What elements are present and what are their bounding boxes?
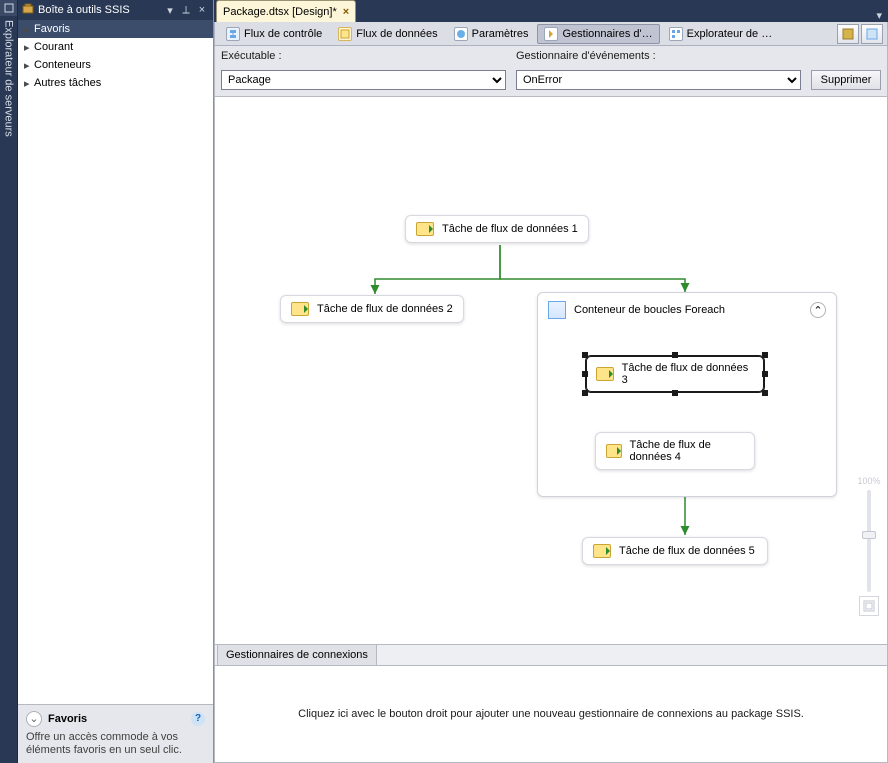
server-explorer-icon[interactable] — [0, 0, 17, 16]
tab-label: Paramètres — [472, 28, 529, 40]
zoom-control[interactable]: 100% — [855, 476, 883, 616]
toolbox-item-courant[interactable]: ▸ Courant — [18, 38, 213, 56]
executable-select[interactable]: Package — [221, 70, 506, 90]
connection-managers-pane: Gestionnaires de connexions Cliquez ici … — [214, 645, 888, 763]
foreach-container-icon — [548, 301, 566, 319]
pin-icon[interactable]: ⟂ — [179, 3, 193, 17]
tab-control-flow[interactable]: Flux de contrôle — [219, 24, 329, 44]
task-data-flow-4[interactable]: Tâche de flux de données 4 — [595, 432, 755, 470]
container-title: Conteneur de boucles Foreach — [574, 304, 725, 316]
parameters-icon — [454, 27, 468, 41]
toggle-variables-button[interactable] — [837, 24, 859, 44]
zoom-fit-icon[interactable] — [859, 596, 879, 616]
tab-label: Gestionnaires d'… — [562, 28, 652, 40]
data-flow-icon — [338, 27, 352, 41]
design-canvas[interactable]: Tâche de flux de données 1 Tâche de flux… — [215, 97, 887, 644]
executable-combo[interactable]: Package — [221, 70, 506, 90]
toolbox-list: ▸ Favoris ▸ Courant ▸ Conteneurs ▸ Autre… — [18, 20, 213, 704]
tab-event-handlers[interactable]: Gestionnaires d'… — [537, 24, 659, 44]
expand-icon: ▸ — [24, 59, 34, 72]
data-flow-task-icon — [606, 444, 622, 458]
tab-label: Flux de données — [356, 28, 437, 40]
toolbox-item-label: Favoris — [34, 23, 70, 35]
editor-area: Package.dtsx [Design]* × ▾ Flux de contr… — [214, 0, 888, 763]
tab-package-explorer[interactable]: Explorateur de … — [662, 24, 780, 44]
event-handlers-icon — [544, 27, 558, 41]
zoom-label: 100% — [857, 476, 880, 486]
toolbox-item-conteneurs[interactable]: ▸ Conteneurs — [18, 56, 213, 74]
event-handler-select[interactable]: OnError — [516, 70, 801, 90]
zoom-slider-thumb[interactable] — [862, 531, 876, 539]
executable-label: Exécutable : — [221, 50, 506, 62]
expand-icon: ▸ — [24, 77, 34, 90]
container-collapse-icon[interactable]: ⌃ — [810, 302, 826, 318]
task-label: Tâche de flux de données 3 — [622, 362, 754, 386]
tab-parameters[interactable]: Paramètres — [447, 24, 536, 44]
task-data-flow-2[interactable]: Tâche de flux de données 2 — [280, 295, 464, 323]
task-label: Tâche de flux de données 1 — [442, 223, 578, 235]
task-label: Tâche de flux de données 5 — [619, 545, 755, 557]
toolbox-item-autres[interactable]: ▸ Autres tâches — [18, 74, 213, 92]
toolbox-title-bar[interactable]: Boîte à outils SSIS ▾ ⟂ × — [18, 0, 213, 20]
server-explorer-collapsed[interactable]: Explorateur de serveurs — [0, 0, 18, 763]
task-data-flow-3[interactable]: Tâche de flux de données 3 — [585, 355, 765, 393]
data-flow-task-icon — [596, 367, 614, 381]
designer-tab-strip: Flux de contrôle Flux de données Paramèt… — [214, 22, 888, 46]
event-handler-selector-row: Exécutable : Gestionnaire d'événements :… — [214, 46, 888, 97]
tab-label: Flux de contrôle — [244, 28, 322, 40]
toolbox-icon — [22, 3, 34, 18]
toolbox-hint-title: Favoris — [48, 713, 87, 725]
task-data-flow-5[interactable]: Tâche de flux de données 5 — [582, 537, 768, 565]
control-flow-icon — [226, 27, 240, 41]
document-tab-label: Package.dtsx [Design]* — [223, 6, 337, 18]
data-flow-task-icon — [593, 544, 611, 558]
data-flow-task-icon — [416, 222, 434, 236]
expand-icon: ▸ — [24, 23, 34, 36]
toolbox-item-label: Autres tâches — [34, 77, 101, 89]
tab-overflow-icon[interactable]: ▾ — [870, 9, 888, 22]
design-canvas-wrap: Tâche de flux de données 1 Tâche de flux… — [214, 97, 888, 645]
close-icon[interactable]: × — [195, 3, 209, 17]
dropdown-icon[interactable]: ▾ — [163, 3, 177, 17]
task-data-flow-1[interactable]: Tâche de flux de données 1 — [405, 215, 589, 243]
expand-icon: ▸ — [24, 41, 34, 54]
delete-button[interactable]: Supprimer — [811, 70, 881, 90]
document-tab-strip: Package.dtsx [Design]* × ▾ — [214, 0, 888, 22]
toolbox-title: Boîte à outils SSIS — [38, 4, 161, 16]
event-handler-combo[interactable]: OnError — [516, 70, 801, 90]
toolbox-item-label: Courant — [34, 41, 73, 53]
help-icon[interactable]: ? — [191, 712, 205, 726]
toolbox-hint-body: Offre un accès commode à vos éléments fa… — [26, 731, 205, 757]
toolbox-hint: ⌄ Favoris ? Offre un accès commode à vos… — [18, 704, 213, 763]
server-explorer-tab[interactable]: Explorateur de serveurs — [3, 16, 15, 141]
connection-managers-placeholder: Cliquez ici avec le bouton droit pour aj… — [298, 708, 804, 720]
tab-label: Explorateur de … — [687, 28, 773, 40]
toggle-toolbox-button[interactable] — [861, 24, 883, 44]
event-handler-label: Gestionnaire d'événements : — [516, 50, 801, 62]
task-label: Tâche de flux de données 2 — [317, 303, 453, 315]
ssis-toolbox-pane: Boîte à outils SSIS ▾ ⟂ × ▸ Favoris ▸ Co… — [18, 0, 214, 763]
zoom-slider-track[interactable] — [867, 490, 871, 592]
connection-managers-tab[interactable]: Gestionnaires de connexions — [217, 645, 377, 665]
data-flow-task-icon — [291, 302, 309, 316]
package-explorer-icon — [669, 27, 683, 41]
toolbox-item-label: Conteneurs — [34, 59, 91, 71]
tab-data-flow[interactable]: Flux de données — [331, 24, 444, 44]
connection-managers-body[interactable]: Cliquez ici avec le bouton droit pour aj… — [215, 665, 887, 762]
hint-collapse-icon[interactable]: ⌄ — [26, 711, 42, 727]
task-label: Tâche de flux de données 4 — [630, 439, 745, 463]
document-tab[interactable]: Package.dtsx [Design]* × — [216, 0, 356, 22]
close-tab-icon[interactable]: × — [343, 6, 349, 18]
toolbox-item-favoris[interactable]: ▸ Favoris — [18, 20, 213, 38]
